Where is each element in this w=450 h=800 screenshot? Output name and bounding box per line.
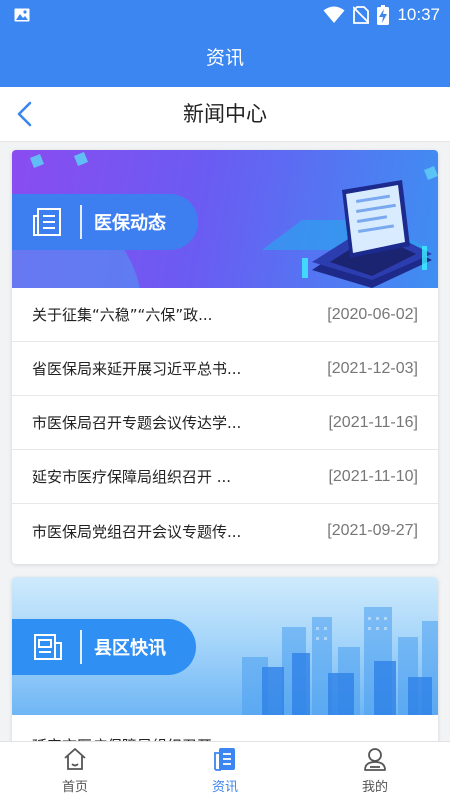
news-item[interactable]: 延安市医疗保障局组织召开 ... [2021-11-10] <box>12 450 438 504</box>
news-icon <box>214 748 235 771</box>
home-icon <box>64 748 86 770</box>
pill-separator <box>80 205 82 239</box>
tab-home[interactable]: 首页 <box>0 742 150 800</box>
user-icon <box>364 748 386 771</box>
status-bar: 10:37 <box>0 0 450 30</box>
image-notification-icon <box>14 8 30 22</box>
newspaper-icon <box>33 208 61 236</box>
news-item[interactable]: 市医保局召开专题会议传达学... [2021-11-16] <box>12 396 438 450</box>
news-date: [2021-12-03] <box>327 359 418 377</box>
news-item[interactable]: 市医保局党组召开会议专题传... [2021-09-27] <box>12 504 438 558</box>
section-label-pill: 医保动态 <box>12 194 198 250</box>
news-title: 省医保局来延开展习近平总书... <box>32 360 242 378</box>
county-news-banner[interactable]: 县区快讯 <box>12 577 438 715</box>
news-date: [2021-09-27] <box>327 522 418 539</box>
news-title: 市医保局党组召开会议专题传... <box>32 522 242 541</box>
app-header-title: 资讯 <box>0 30 450 87</box>
news-list: 关于征集“六稳”“六保”政... [2020-06-02] 省医保局来延开展习近… <box>12 288 438 558</box>
section-title: 医保动态 <box>94 213 166 234</box>
sub-header: 新闻中心 <box>0 87 450 142</box>
news-date: [2021-11-10] <box>328 467 418 485</box>
tab-profile[interactable]: 我的 <box>300 742 450 800</box>
no-sim-icon <box>353 6 370 24</box>
battery-charging-icon <box>377 5 390 25</box>
section-label-pill: 县区快讯 <box>12 619 196 675</box>
section-title: 县区快讯 <box>94 638 166 659</box>
news-item[interactable]: 关于征集“六稳”“六保”政... [2020-06-02] <box>12 288 438 342</box>
tab-news[interactable]: 资讯 <box>150 742 300 800</box>
tab-label: 首页 <box>61 780 88 795</box>
pill-separator <box>80 630 82 664</box>
news-item[interactable]: 省医保局来延开展习近平总书... [2021-12-03] <box>12 342 438 396</box>
news-title: 市医保局召开专题会议传达学... <box>32 414 242 432</box>
news-date: [2021-11-16] <box>328 413 418 431</box>
tab-label: 资讯 <box>211 780 238 795</box>
medical-insurance-banner[interactable]: 医保动态 <box>12 150 438 288</box>
tab-label: 我的 <box>361 780 388 795</box>
bottom-tab-bar: 首页 资讯 我的 <box>0 741 450 800</box>
medical-insurance-news-card: 医保动态 关于征集“六稳”“六保”政... [2020-06-02] 省医保局来… <box>12 150 438 564</box>
news-flash-icon <box>34 634 62 660</box>
county-news-card: 县区快讯 延安市医疗保障局组织召开 <box>12 577 438 747</box>
wifi-icon <box>323 6 345 23</box>
news-title: 关于征集“六稳”“六保”政... <box>32 306 213 324</box>
status-time: 10:37 <box>397 5 440 24</box>
news-date: [2020-06-02] <box>327 305 418 323</box>
news-title: 延安市医疗保障局组织召开 ... <box>32 468 232 486</box>
page-title: 新闻中心 <box>183 102 267 126</box>
